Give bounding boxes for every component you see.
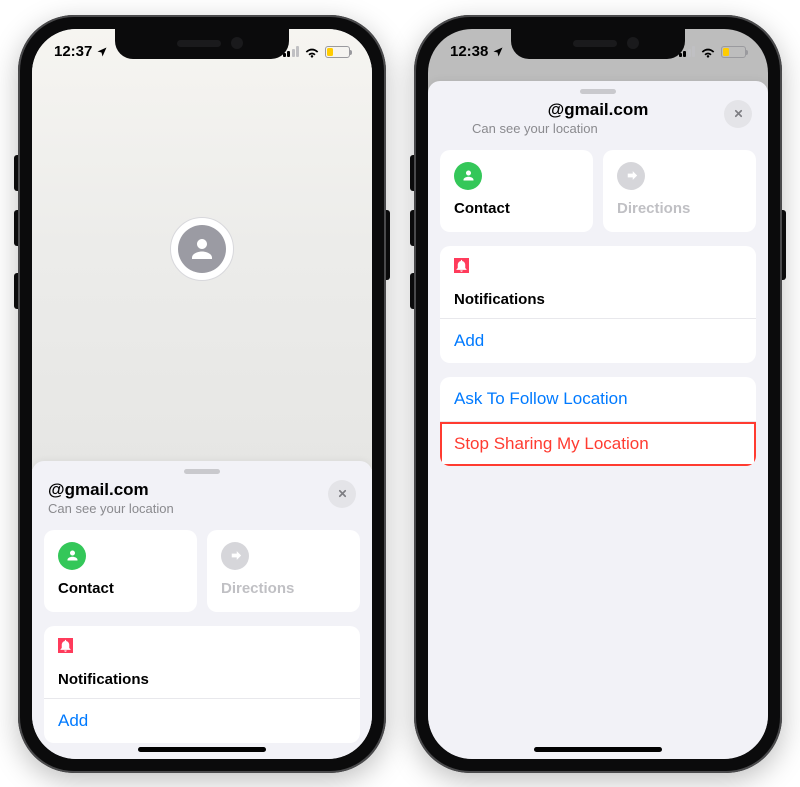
battery-icon: [325, 46, 350, 58]
avatar-placeholder-icon: [178, 225, 226, 273]
map-area[interactable]: [32, 29, 372, 469]
person-pin[interactable]: [170, 217, 234, 281]
battery-fill: [327, 48, 333, 56]
close-icon: [337, 488, 348, 499]
battery-fill: [723, 48, 729, 56]
add-notification-button[interactable]: Add: [44, 698, 360, 743]
directions-card: Directions: [207, 530, 360, 612]
bell-icon: [58, 638, 73, 653]
close-icon: [733, 108, 744, 119]
directions-icon: [617, 162, 645, 190]
bell-icon: [454, 258, 469, 273]
ask-to-follow-location-button[interactable]: Ask To Follow Location: [440, 377, 756, 421]
wifi-icon: [700, 46, 716, 58]
location-actions-card: Ask To Follow Location Stop Sharing My L…: [440, 377, 756, 466]
status-time: 12:38: [450, 43, 488, 60]
person-icon: [58, 542, 86, 570]
notifications-card: Notifications Add: [44, 626, 360, 743]
sheet-title: @gmail.com: [48, 480, 174, 500]
screen-right: 12:38 @gmail.com Can see your location: [428, 29, 768, 759]
contact-card[interactable]: Contact: [440, 150, 593, 232]
close-button[interactable]: [328, 480, 356, 508]
person-detail-sheet-expanded[interactable]: @gmail.com Can see your location Contact: [428, 81, 768, 759]
iphone-right-frame: 12:38 @gmail.com Can see your location: [414, 15, 782, 773]
contact-card[interactable]: Contact: [44, 530, 197, 612]
add-notification-button[interactable]: Add: [440, 318, 756, 363]
home-indicator[interactable]: [138, 747, 266, 752]
action-cards-row: Contact Directions: [44, 530, 360, 612]
sheet-header: @gmail.com Can see your location: [44, 480, 360, 526]
stop-sharing-my-location-button[interactable]: Stop Sharing My Location: [440, 421, 756, 466]
notifications-title: Notifications: [58, 671, 149, 688]
directions-card-label: Directions: [221, 580, 346, 597]
directions-card-label: Directions: [617, 200, 742, 217]
person-detail-sheet[interactable]: @gmail.com Can see your location Contact: [32, 461, 372, 759]
sheet-subtitle: Can see your location: [48, 501, 174, 516]
iphone-left-frame: 12:37 @gmail.com: [18, 15, 386, 773]
person-icon: [454, 162, 482, 190]
notch: [115, 29, 289, 59]
sheet-grabber[interactable]: [184, 469, 220, 474]
battery-icon: [721, 46, 746, 58]
contact-card-label: Contact: [454, 200, 579, 217]
contact-card-label: Contact: [58, 580, 183, 597]
notch: [511, 29, 685, 59]
close-button[interactable]: [724, 100, 752, 128]
screen-left: 12:37 @gmail.com: [32, 29, 372, 759]
wifi-icon: [304, 46, 320, 58]
notifications-header: Notifications: [44, 626, 360, 698]
sheet-header: @gmail.com Can see your location: [440, 100, 756, 146]
home-indicator[interactable]: [534, 747, 662, 752]
directions-icon: [221, 542, 249, 570]
sheet-grabber[interactable]: [580, 89, 616, 94]
notifications-header: Notifications: [440, 246, 756, 318]
sheet-subtitle: Can see your location: [472, 121, 724, 136]
location-services-icon: [96, 46, 108, 58]
sheet-title: @gmail.com: [472, 100, 724, 120]
location-services-icon: [492, 46, 504, 58]
directions-card: Directions: [603, 150, 756, 232]
action-cards-row: Contact Directions: [440, 150, 756, 232]
notifications-title: Notifications: [454, 291, 545, 308]
status-time: 12:37: [54, 43, 92, 60]
notifications-card: Notifications Add: [440, 246, 756, 363]
